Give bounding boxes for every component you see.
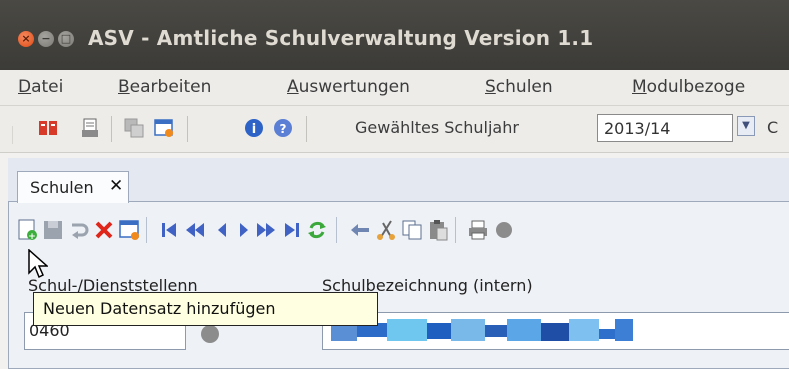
back-arrow-icon[interactable]: [349, 219, 371, 241]
edit-form-icon[interactable]: [118, 219, 140, 241]
window-warning-icon[interactable]: [154, 118, 174, 138]
last-record-icon[interactable]: [281, 219, 303, 241]
menu-bar: Datei Bearbeiten Auswertungen Schulen Mo…: [0, 70, 789, 106]
refresh-icon[interactable]: [306, 219, 328, 241]
tab-schulen[interactable]: Schulen ✕: [17, 171, 129, 203]
next-record-icon[interactable]: [233, 219, 255, 241]
menu-schulen[interactable]: Schulen: [485, 77, 553, 97]
svg-text:?: ?: [280, 122, 287, 136]
schuljahr-value: 2013/14: [604, 119, 671, 138]
menu-bearbeiten[interactable]: Bearbeiten: [118, 77, 211, 97]
mouse-cursor-icon: [28, 249, 48, 279]
toolbar-separator: [146, 217, 147, 243]
chevron-down-icon[interactable]: ▼: [737, 116, 755, 136]
undo-icon[interactable]: [68, 219, 90, 241]
window-maximize-button[interactable]: □: [58, 31, 74, 47]
menu-modulbezogen[interactable]: Modulbezoge: [632, 77, 745, 97]
svg-text:+: +: [28, 232, 36, 241]
close-icon[interactable]: ✕: [109, 176, 123, 196]
record-toolbar: +: [9, 203, 789, 259]
paste-icon[interactable]: [427, 219, 449, 241]
tooltip-text: Neuen Datensatz hinzufügen: [43, 299, 276, 318]
cut-icon[interactable]: [375, 219, 397, 241]
tab-label: Schulen: [30, 178, 94, 197]
close-icon: ×: [21, 32, 31, 45]
info-dot-icon[interactable]: [201, 325, 219, 343]
next-page-icon[interactable]: [255, 219, 277, 241]
copy-icon[interactable]: [401, 219, 423, 241]
toolbar-grip: [12, 126, 13, 144]
more-icon[interactable]: [493, 219, 515, 241]
toolbar-truncated-label: C: [767, 118, 779, 137]
menu-auswertungen[interactable]: Auswertungen: [287, 77, 410, 97]
previous-page-icon[interactable]: [184, 219, 206, 241]
toolbar-separator: [455, 217, 456, 243]
minimize-icon: −: [41, 32, 51, 45]
toolbar-separator: [306, 116, 307, 142]
copy-windows-icon[interactable]: [124, 118, 144, 138]
window-title: ASV - Amtliche Schulverwaltung Version 1…: [88, 26, 594, 50]
window-close-button[interactable]: ×: [18, 31, 34, 47]
toolbar-separator: [336, 217, 337, 243]
info-icon[interactable]: i: [244, 118, 264, 138]
schuljahr-label: Gewähltes Schuljahr: [355, 118, 519, 137]
delete-icon[interactable]: [93, 219, 115, 241]
printer-list-icon[interactable]: [80, 118, 100, 138]
window-titlebar: × − □ ASV - Amtliche Schulverwaltung Ver…: [0, 0, 789, 70]
main-toolbar: i ? Gewähltes Schuljahr 2013/14 ▼ C: [0, 106, 789, 153]
toolbar-separator: [187, 116, 188, 142]
window-minimize-button[interactable]: −: [38, 31, 54, 47]
help-icon[interactable]: ?: [273, 118, 293, 138]
print-icon[interactable]: [467, 219, 489, 241]
book-icon[interactable]: [38, 118, 58, 138]
menu-datei[interactable]: Datei: [18, 77, 63, 97]
school-name-field[interactable]: [322, 312, 789, 350]
maximize-icon: □: [60, 32, 72, 45]
schuljahr-select[interactable]: 2013/14: [597, 114, 733, 142]
previous-record-icon[interactable]: [211, 219, 233, 241]
save-icon[interactable]: [42, 219, 64, 241]
new-record-icon[interactable]: +: [16, 219, 38, 241]
svg-text:i: i: [252, 122, 256, 137]
tooltip: Neuen Datensatz hinzufügen: [33, 292, 378, 326]
first-record-icon[interactable]: [158, 219, 180, 241]
toolbar-separator: [111, 116, 112, 142]
